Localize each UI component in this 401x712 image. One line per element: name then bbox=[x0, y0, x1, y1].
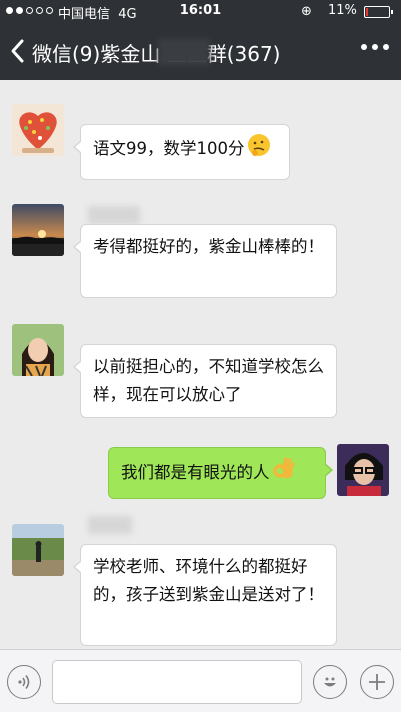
message-bubble[interactable]: 语文99，数学100分 bbox=[73, 124, 290, 180]
message-bubble[interactable]: 学校老师、环境什么的都挺好的，孩子送到紫金山是送对了！ bbox=[73, 544, 337, 646]
chat-header: 微信(9)紫金山 业主群(367) bbox=[0, 24, 401, 80]
avatar[interactable] bbox=[12, 104, 64, 156]
message-text: 以前挺担心的，不知道学校怎么样，现在可以放心了 bbox=[93, 357, 324, 404]
battery-icon bbox=[364, 6, 393, 18]
status-bar: 中国电信 4G 16:01 ⊕ 11% bbox=[0, 0, 401, 24]
avatar[interactable] bbox=[12, 324, 64, 376]
voice-input-button[interactable] bbox=[7, 665, 41, 699]
message-bubble[interactable]: 考得都挺好的，紫金山棒棒的！ bbox=[73, 224, 337, 298]
more-options-icon[interactable] bbox=[361, 44, 389, 50]
message-text: 语文99，数学100分 bbox=[93, 139, 245, 158]
chat-title: 微信(9)紫金山 业主群(367) bbox=[32, 38, 280, 67]
sunset-avatar-image bbox=[12, 204, 64, 256]
ok-hand-icon bbox=[272, 456, 296, 491]
message-bubble[interactable]: 以前挺担心的，不知道学校怎么样，现在可以放心了 bbox=[73, 344, 337, 418]
cake-avatar-image bbox=[12, 104, 64, 156]
input-toolbar bbox=[0, 649, 401, 712]
emoji-button[interactable] bbox=[313, 665, 347, 699]
outdoor-person-avatar-image bbox=[12, 524, 64, 576]
my-message-bubble[interactable]: 我们都是有眼光的人 bbox=[108, 447, 333, 499]
redaction-blur bbox=[158, 38, 210, 66]
avatar[interactable] bbox=[12, 204, 64, 256]
message-text: 学校老师、环境什么的都挺好的，孩子送到紫金山是送对了！ bbox=[93, 557, 324, 604]
my-avatar[interactable] bbox=[337, 444, 389, 496]
plus-icon bbox=[369, 674, 385, 690]
thinking-face-icon bbox=[247, 133, 271, 166]
sender-name-blur bbox=[88, 516, 132, 534]
member-count: (367) bbox=[226, 42, 281, 66]
woman-avatar-image bbox=[12, 324, 64, 376]
smiley-icon bbox=[324, 677, 336, 687]
message-text: 考得都挺好的，紫金山棒棒的！ bbox=[93, 237, 324, 256]
man-glasses-avatar-image bbox=[337, 444, 389, 496]
back-button-label[interactable]: 微信(9) bbox=[32, 42, 100, 66]
voice-icon bbox=[18, 675, 30, 689]
message-list[interactable]: 语文99，数学100分 考得都挺好的，紫金山棒棒的！ 以前挺担心的，不知道学校怎… bbox=[0, 80, 401, 649]
more-functions-button[interactable] bbox=[360, 665, 394, 699]
rotation-lock-icon: ⊕ bbox=[301, 4, 312, 19]
sender-name-blur bbox=[88, 206, 140, 224]
message-text: 我们都是有眼光的人 bbox=[121, 463, 270, 482]
message-input[interactable] bbox=[52, 660, 302, 704]
avatar[interactable] bbox=[12, 524, 64, 576]
battery-percent: 11% bbox=[328, 3, 357, 18]
